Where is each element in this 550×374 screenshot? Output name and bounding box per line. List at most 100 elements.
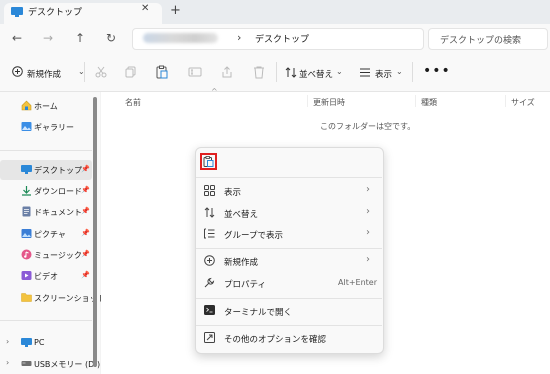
paste-highlight-box bbox=[200, 153, 217, 170]
sidebar-item-label: PC bbox=[34, 338, 45, 347]
sidebar-item-label: USBメモリー (D:) bbox=[34, 360, 101, 369]
sidebar-item-label: デスクトップ bbox=[34, 166, 82, 175]
menu-item-view[interactable]: 表示 › bbox=[196, 181, 382, 202]
sidebar-scrollbar[interactable] bbox=[93, 97, 97, 367]
sidebar-item-desktop[interactable]: デスクトップ 📌 bbox=[0, 160, 92, 180]
menu-item-sort[interactable]: 並べ替え › bbox=[196, 203, 382, 224]
sidebar-item-pc[interactable]: › PC bbox=[0, 333, 92, 353]
pin-icon: 📌 bbox=[81, 250, 90, 258]
sidebar-item-label: ダウンロード bbox=[34, 187, 82, 196]
pin-icon: 📌 bbox=[81, 207, 90, 215]
column-header-name[interactable]: 名前 bbox=[125, 97, 141, 108]
sidebar-item-documents[interactable]: ドキュメント 📌 bbox=[0, 202, 92, 222]
sort-icon bbox=[204, 207, 215, 218]
pictures-icon bbox=[21, 228, 32, 239]
desktop-icon bbox=[11, 7, 23, 17]
expand-chevron-icon[interactable]: › bbox=[6, 358, 9, 367]
menu-divider bbox=[196, 325, 382, 326]
toolbar-divider bbox=[412, 62, 413, 82]
terminal-icon bbox=[204, 305, 215, 315]
pin-icon: 📌 bbox=[81, 186, 90, 194]
sidebar-item-pictures[interactable]: ピクチャ 📌 bbox=[0, 224, 92, 244]
pc-icon bbox=[21, 337, 32, 347]
submenu-arrow-icon: › bbox=[366, 206, 370, 217]
expand-chevron-icon[interactable]: › bbox=[6, 337, 9, 346]
usb-drive-icon bbox=[21, 358, 32, 368]
more-options-button[interactable]: ••• bbox=[423, 63, 451, 79]
breadcrumb-chevron-icon[interactable]: › bbox=[237, 31, 241, 44]
column-header-type[interactable]: 種類 bbox=[421, 97, 437, 108]
column-divider[interactable] bbox=[415, 95, 416, 107]
home-icon bbox=[21, 100, 32, 111]
menu-item-open-terminal[interactable]: ターミナルで開く bbox=[196, 301, 382, 322]
refresh-button[interactable]: ↻ bbox=[104, 31, 118, 45]
toolbar-divider bbox=[276, 62, 277, 82]
menu-item-label: 表示 bbox=[224, 188, 242, 198]
download-icon bbox=[21, 185, 32, 196]
menu-item-properties[interactable]: プロパティ Alt+Enter bbox=[196, 273, 382, 294]
new-icon[interactable] bbox=[12, 66, 23, 77]
copy-icon[interactable] bbox=[124, 65, 138, 79]
menu-item-label: 新規作成 bbox=[224, 258, 259, 268]
sidebar-item-gallery[interactable]: ギャラリー bbox=[0, 117, 92, 137]
menu-item-show-more-options[interactable]: その他のオプションを確認 bbox=[196, 328, 382, 349]
view-button[interactable]: 表示 bbox=[375, 68, 392, 80]
delete-icon[interactable] bbox=[252, 65, 266, 79]
new-tab-button[interactable]: + bbox=[170, 3, 181, 18]
tab-close-button[interactable]: ✕ bbox=[141, 3, 149, 14]
properties-icon bbox=[204, 277, 215, 288]
sidebar-item-home[interactable]: ホーム bbox=[0, 96, 92, 116]
sidebar-item-label: ギャラリー bbox=[34, 123, 74, 132]
sidebar-item-screenshots[interactable]: スクリーンショット bbox=[0, 288, 106, 308]
share-icon[interactable] bbox=[220, 65, 234, 79]
more-options-icon bbox=[204, 332, 215, 343]
view-dropdown-icon[interactable]: ⌄ bbox=[396, 67, 403, 76]
sidebar-item-music[interactable]: ミュージック 📌 bbox=[0, 245, 92, 265]
paste-toolbar-icon[interactable] bbox=[155, 65, 169, 79]
sidebar-item-label: ビデオ bbox=[34, 272, 58, 281]
column-divider[interactable] bbox=[307, 95, 308, 107]
group-icon bbox=[204, 228, 215, 239]
sort-button[interactable]: 並べ替え bbox=[299, 68, 333, 80]
music-icon bbox=[21, 249, 32, 260]
submenu-arrow-icon: › bbox=[366, 227, 370, 238]
sidebar-item-usb-drive[interactable]: › USBメモリー (D:) bbox=[0, 354, 100, 374]
submenu-arrow-icon: › bbox=[366, 254, 370, 265]
rename-icon[interactable] bbox=[188, 65, 202, 79]
menu-item-label: その他のオプションを確認 bbox=[224, 335, 327, 345]
sort-icon[interactable] bbox=[285, 67, 297, 78]
sidebar-item-videos[interactable]: ビデオ 📌 bbox=[0, 266, 92, 286]
pin-icon: 📌 bbox=[81, 229, 90, 237]
empty-folder-message: このフォルダーは空です。 bbox=[320, 122, 416, 131]
search-placeholder: デスクトップの検索 bbox=[440, 36, 522, 46]
sidebar-item-label: ホーム bbox=[34, 102, 58, 111]
shortcut-label: Alt+Enter bbox=[338, 278, 378, 287]
column-divider[interactable] bbox=[505, 95, 506, 107]
sort-dropdown-icon[interactable]: ⌄ bbox=[336, 67, 343, 76]
desktop-icon bbox=[21, 164, 32, 174]
new-button[interactable]: 新規作成 bbox=[27, 68, 61, 80]
sidebar-item-downloads[interactable]: ダウンロード 📌 bbox=[0, 181, 92, 201]
menu-divider bbox=[196, 298, 382, 299]
menu-divider bbox=[196, 248, 382, 249]
column-header-modified[interactable]: 更新日時 bbox=[313, 97, 345, 108]
menu-item-new[interactable]: 新規作成 › bbox=[196, 251, 382, 272]
menu-item-group-by[interactable]: グループで表示 › bbox=[196, 224, 382, 245]
address-blurred-segment bbox=[143, 33, 218, 43]
column-header-size[interactable]: サイズ bbox=[511, 97, 535, 108]
folder-icon bbox=[21, 292, 32, 302]
breadcrumb-current[interactable]: デスクトップ bbox=[255, 32, 309, 45]
view-icon[interactable] bbox=[359, 67, 371, 78]
menu-item-label: プロパティ bbox=[224, 280, 266, 290]
sidebar-item-label: ピクチャ bbox=[34, 230, 66, 239]
forward-button[interactable]: → bbox=[41, 31, 55, 45]
up-button[interactable]: ↑ bbox=[73, 31, 87, 45]
sidebar-item-label: ミュージック bbox=[34, 251, 82, 260]
sidebar-divider bbox=[0, 150, 92, 151]
sidebar-item-label: ドキュメント bbox=[34, 208, 82, 217]
cut-icon[interactable] bbox=[94, 65, 108, 79]
back-button[interactable]: ← bbox=[10, 31, 24, 45]
pin-icon: 📌 bbox=[81, 165, 90, 173]
video-icon bbox=[21, 270, 32, 281]
sidebar-divider bbox=[0, 320, 92, 321]
